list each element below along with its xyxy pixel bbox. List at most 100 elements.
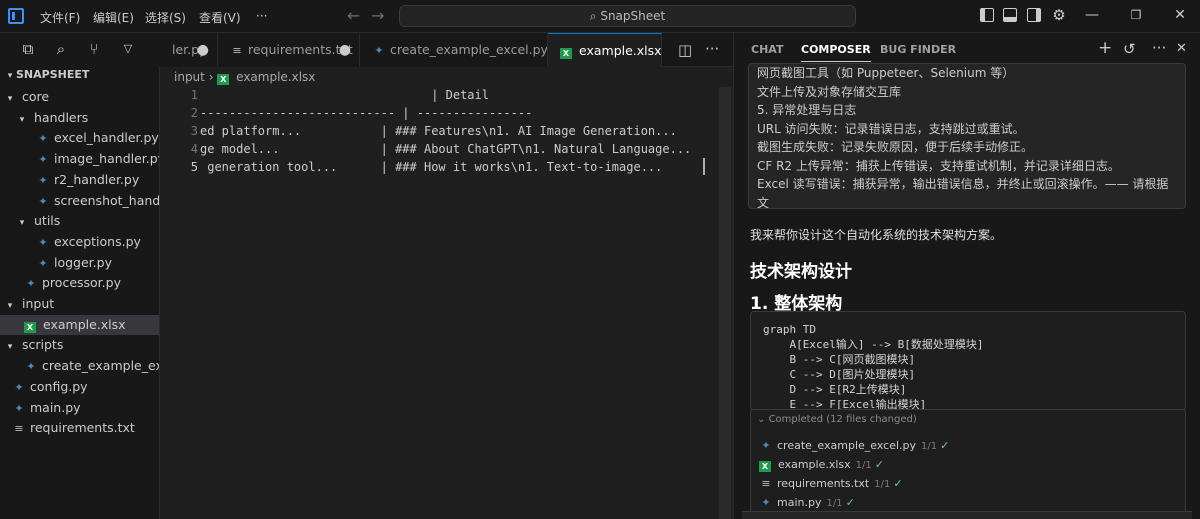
arrow-right-icon[interactable]: → — [371, 6, 384, 25]
completed-header[interactable]: ⌄ Completed (12 files changed) — [757, 414, 917, 425]
composer-input[interactable] — [742, 511, 1192, 519]
arrow-left-icon[interactable]: ← — [347, 6, 360, 25]
code-block-line: C --> D[图片处理模块] — [763, 368, 916, 381]
tree-item-label: processor.py — [42, 275, 121, 291]
tree-file[interactable]: Xexample.xlsx — [0, 314, 159, 335]
tree-item-label: main.py — [30, 399, 81, 415]
tree-folder[interactable]: ▾ input — [0, 294, 159, 314]
changed-file-name: example.xlsx — [778, 458, 851, 471]
python-file-icon: ✦ — [38, 173, 48, 187]
breadcrumb-file[interactable]: example.xlsx — [236, 70, 315, 84]
text-file-icon: ≡ — [761, 477, 771, 490]
python-file-icon: ✦ — [38, 235, 48, 249]
menu-selection[interactable]: 选择(S) — [145, 9, 186, 26]
code-block-line: A[Excel输入] --> B[数据处理模块] — [763, 338, 984, 351]
unsaved-dot-icon[interactable]: ● — [197, 33, 209, 67]
tree-file[interactable]: ✦ r2_handler.py — [0, 170, 159, 190]
changed-file-row[interactable]: ≡ requirements.txt 1/1 ✓ — [759, 474, 1179, 493]
python-file-icon: ✦ — [26, 277, 36, 291]
toggle-primary-sidebar-icon[interactable] — [980, 8, 994, 22]
tree-file[interactable]: ✦ logger.py — [0, 253, 159, 273]
source-control-icon[interactable]: ⑂ — [85, 40, 103, 58]
tree-file[interactable]: ✦ main.py — [0, 398, 159, 418]
check-icon: ✓ — [874, 458, 884, 471]
line-number: 3 — [190, 124, 198, 138]
explorer-icon[interactable]: ⧉ — [19, 40, 37, 58]
split-editor-icon[interactable]: ◫ — [678, 41, 692, 59]
tree-folder[interactable]: ▾ core — [0, 87, 159, 107]
python-file-icon: ✦ — [38, 256, 48, 270]
restore-icon[interactable]: ❐ — [1129, 8, 1143, 22]
chevron-down-icon: ▾ — [7, 94, 13, 104]
toggle-panel-icon[interactable] — [1003, 8, 1017, 22]
tree-item-label: handlers — [34, 109, 89, 125]
user-message-line: Excel 读写错误：捕获异常，输出错误信息，并终止或回滚操作。—— 请根据文 — [757, 177, 1169, 209]
code-line: ed platform... | ### Features\n1. AI Ima… — [200, 124, 677, 138]
gear-icon[interactable]: ⚙ — [1052, 8, 1066, 23]
search-icon[interactable]: ⌕ — [52, 40, 70, 58]
menu-file[interactable]: 文件(F) — [40, 9, 80, 26]
changes-summary: ⌄ Completed (12 files changed) ✦ create_e… — [750, 409, 1186, 515]
change-count: 1/1 — [826, 498, 843, 509]
breadcrumb: input › X example.xlsx — [160, 67, 315, 87]
tree-folder[interactable]: ▾ utils — [0, 211, 159, 231]
toggle-secondary-sidebar-icon[interactable] — [1027, 8, 1041, 22]
more-icon[interactable]: ··· — [1152, 39, 1166, 57]
changed-file-row[interactable]: ✦ create_example_excel.py 1/1 ✓ — [759, 436, 1179, 455]
tree-folder[interactable]: ▾ handlers — [0, 108, 159, 128]
menu-more[interactable]: ··· — [256, 9, 267, 23]
line-number: 5 — [190, 160, 198, 174]
minimize-icon[interactable]: — — [1085, 8, 1099, 22]
app-logo-icon[interactable] — [8, 8, 24, 24]
text-cursor — [703, 158, 705, 175]
python-file-icon: ✦ — [38, 132, 48, 146]
plus-icon[interactable]: + — [1098, 38, 1112, 58]
changed-file-row[interactable]: ✦ main.py 1/1 ✓ — [759, 493, 1179, 512]
text-file-icon: ≡ — [14, 422, 24, 436]
code-block-line: graph TD — [763, 323, 816, 336]
tree-file[interactable]: ✦ excel_handler.py — [0, 128, 159, 148]
change-count: 1/1 — [855, 460, 872, 471]
command-center[interactable]: ⌕ SnapSheet — [399, 5, 856, 27]
excel-file-icon: X — [217, 74, 230, 85]
changed-file-row[interactable]: Xexample.xlsx 1/1 ✓ — [759, 455, 1179, 474]
breadcrumb-folder[interactable]: input — [174, 70, 205, 84]
change-count: 1/1 — [874, 479, 891, 490]
tree-file[interactable]: ≡ requirements.txt — [0, 418, 159, 438]
code-block-line: B --> C[网页截图模块] — [763, 353, 916, 366]
tab-chat[interactable]: CHAT — [751, 43, 783, 56]
editor-scrollbar[interactable] — [719, 87, 731, 519]
menu-edit[interactable]: 编辑(E) — [93, 9, 134, 26]
tree-file[interactable]: ✦ screenshot_handle... — [0, 191, 159, 211]
close-icon[interactable]: ✕ — [1173, 8, 1187, 22]
tree-file[interactable]: ✦ image_handler.py — [0, 149, 159, 169]
code-block-line: D --> E[R2上传模块] — [763, 383, 907, 396]
tab-composer[interactable]: COMPOSER — [801, 43, 871, 62]
tree-file[interactable]: ✦ processor.py — [0, 273, 159, 293]
tree-file[interactable]: ✦ exceptions.py — [0, 232, 159, 252]
unsaved-dot-icon[interactable]: ● — [339, 33, 351, 67]
tab-bug-finder[interactable]: BUG FINDER — [880, 43, 956, 56]
menu-view[interactable]: 查看(V) — [199, 9, 241, 26]
more-actions-icon[interactable]: ··· — [705, 40, 719, 58]
tree-folder[interactable]: ▾ scripts — [0, 335, 159, 355]
chevron-down-icon: ⌄ — [757, 414, 769, 425]
editor-area: ler.py ● ≡ requirements.txt ● ✦ create_e… — [148, 33, 733, 519]
tree-item-label: config.py — [30, 378, 88, 394]
tree-file[interactable]: ✦ config.py — [0, 377, 159, 397]
tab-example-xlsx[interactable]: X example.xlsx — [548, 33, 662, 67]
tab-requirements-txt[interactable]: ≡ requirements.txt ● — [218, 33, 360, 67]
explorer-root-folder[interactable]: ▾ SNAPSHEET — [0, 68, 160, 88]
chevron-down-icon[interactable]: ▽ — [119, 40, 137, 58]
excel-file-icon: X — [24, 321, 36, 333]
changed-file-name: create_example_excel.py — [777, 439, 917, 452]
close-icon[interactable]: ✕ — [1176, 41, 1187, 56]
tab-create-example-excel-py[interactable]: ✦ create_example_excel.py — [360, 33, 548, 67]
chevron-down-icon: ▾ — [7, 301, 13, 311]
history-icon[interactable]: ↺ — [1123, 40, 1136, 58]
changed-file-name: main.py — [777, 496, 822, 509]
python-file-icon: ✦ — [26, 360, 36, 374]
chevron-right-icon: › — [208, 70, 218, 84]
tree-file[interactable]: ✦ create_example_exc... — [0, 356, 159, 376]
tab-handler-py[interactable]: ler.py ● — [148, 33, 218, 67]
